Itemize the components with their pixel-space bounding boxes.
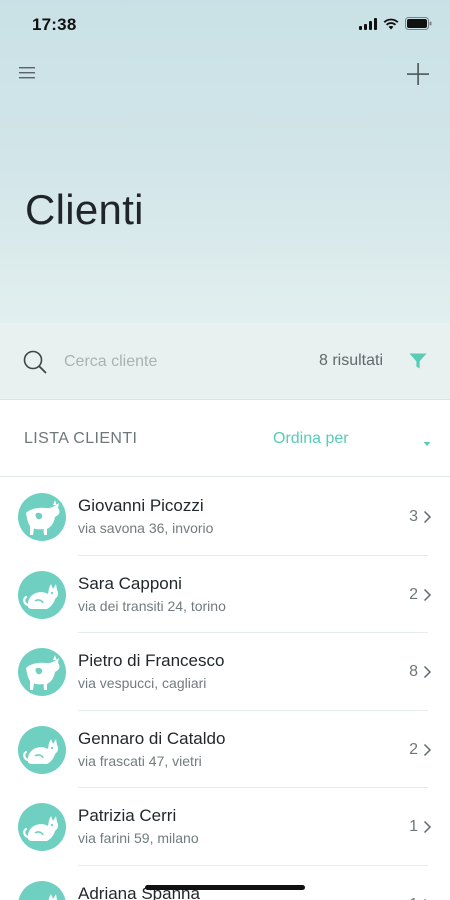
cat-icon	[18, 725, 66, 774]
wifi-icon	[383, 18, 399, 30]
funnel-filter-icon[interactable]	[408, 351, 428, 371]
signal-icon	[359, 17, 377, 30]
cat-icon	[18, 803, 66, 851]
cat-icon	[18, 880, 66, 900]
client-count: 2	[409, 585, 418, 603]
client-count: 2	[409, 740, 418, 758]
client-address: via farini 59, milano	[78, 830, 199, 846]
status-bar: 17:38	[0, 0, 450, 50]
plus-icon[interactable]	[404, 60, 432, 88]
chevron-right-icon	[423, 588, 432, 602]
client-row[interactable]: Pietro di Francesco via vespucci, cagliar…	[0, 633, 450, 711]
chevron-right-icon	[423, 820, 432, 834]
header: 17:38 Clienti	[0, 0, 450, 323]
list-header: LISTA CLIENTI Ordina per	[0, 400, 450, 477]
status-time: 17:38	[32, 15, 77, 34]
client-row[interactable]: Sara Capponi via dei transiti 24, torino 2	[0, 556, 450, 634]
client-count: 8	[409, 663, 418, 680]
client-address: via dei transiti 24, torino	[78, 597, 226, 614]
sort-button[interactable]: Ordina per	[273, 430, 349, 448]
status-icons	[359, 17, 432, 30]
results-count: 8 risultati	[318, 352, 383, 369]
client-name: Pietro di Francesco	[78, 651, 225, 670]
chevron-right-icon	[423, 510, 432, 524]
client-count: 1	[409, 896, 418, 900]
client-row[interactable]: Adriana Spanna1	[0, 866, 450, 900]
cat-icon	[18, 570, 66, 619]
battery-icon	[405, 17, 432, 30]
client-row[interactable]: Gennaro di Cataldo via frascati 47, vietr…	[0, 711, 450, 789]
client-count: 3	[409, 508, 418, 525]
list-title: LISTA CLIENTI	[24, 430, 138, 447]
client-row[interactable]: Giovanni Picozzi via savona 36, invorio 3	[0, 478, 450, 556]
client-address: via savona 36, invorio	[78, 520, 214, 536]
cow-icon	[18, 493, 66, 541]
search-icon[interactable]	[22, 349, 48, 375]
client-count: 1	[409, 818, 418, 835]
chevron-right-icon	[423, 665, 432, 679]
hamburger-menu-icon[interactable]	[18, 64, 40, 82]
client-name: Sara Capponi	[78, 573, 182, 593]
client-row[interactable]: Patrizia Cerri via farini 59, milano 1	[0, 788, 450, 866]
client-name: Patrizia Cerri	[78, 806, 177, 825]
cow-icon	[18, 648, 66, 696]
client-name: Gennaro di Cataldo	[78, 728, 226, 748]
caret-down-icon[interactable]	[422, 435, 432, 446]
client-name: Giovanni Picozzi	[78, 496, 204, 515]
chevron-right-icon	[423, 743, 432, 757]
client-address: via vespucci, cagliari	[78, 675, 207, 691]
client-list: Giovanni Picozzi via savona 36, invorio 3 S…	[0, 478, 450, 900]
home-indicator	[145, 885, 305, 890]
page-title: Clienti	[25, 186, 144, 233]
client-address: via frascati 47, vietri	[78, 752, 202, 769]
search-input[interactable]	[64, 347, 274, 377]
